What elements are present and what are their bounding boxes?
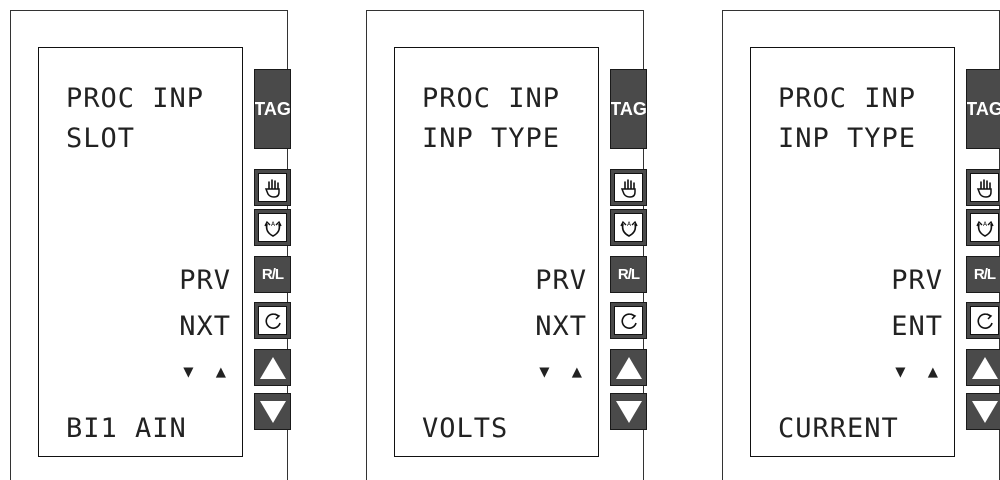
lcd-display-2: PROC INP INP TYPE PRV NXT ▼ ▲ VOLTS (394, 47, 599, 457)
down-arrow-icon (969, 396, 1000, 427)
lcd-line-2: SLOT (66, 123, 136, 154)
softkey-label-arrows: ▼ ▲ (183, 362, 232, 382)
lcd-value-line: BI1 AIN (66, 413, 187, 444)
down-button[interactable] (254, 393, 291, 430)
tag-button-label: TAG (966, 98, 1000, 119)
up-button[interactable] (254, 349, 291, 386)
softkey-label-arrows: ▼ ▲ (539, 362, 588, 382)
rl-button-label: R/L (261, 266, 284, 283)
auto-button[interactable]: A (254, 209, 291, 246)
remote-local-button[interactable]: R/L (610, 256, 647, 293)
softkey-label-nxt: NXT (179, 311, 231, 342)
manual-button[interactable] (610, 169, 647, 206)
auto-icon: A (970, 213, 999, 242)
lcd-line-1: PROC INP (422, 83, 561, 114)
lcd-display-3: PROC INP INP TYPE PRV ENT ▼ ▲ CURRENT (750, 47, 955, 457)
softkey-label-prv: PRV (179, 265, 231, 296)
softkey-label-arrows: ▼ ▲ (895, 362, 944, 382)
remote-local-button[interactable]: R/L (254, 256, 291, 293)
cycle-icon (258, 306, 287, 335)
cycle-icon (614, 306, 643, 335)
down-button[interactable] (966, 393, 1000, 430)
up-arrow-icon (969, 352, 1000, 383)
auto-icon: A (258, 213, 287, 242)
lcd-line-1: PROC INP (778, 83, 917, 114)
device-panel-1: PROC INP SLOT PRV NXT ▼ ▲ BI1 AIN TAG A … (10, 10, 291, 480)
lcd-value-line: CURRENT (778, 413, 899, 444)
svg-text:A: A (626, 221, 631, 228)
tag-button[interactable]: TAG (254, 69, 291, 149)
lcd-line-2: INP TYPE (422, 123, 561, 154)
hand-icon (970, 173, 999, 202)
auto-button[interactable]: A (966, 209, 1000, 246)
cycle-button[interactable] (254, 302, 291, 339)
up-arrow-icon (257, 352, 288, 383)
up-button[interactable] (610, 349, 647, 386)
lcd-line-1: PROC INP (66, 83, 205, 114)
tag-button-label: TAG (254, 98, 291, 119)
down-button[interactable] (610, 393, 647, 430)
softkey-label-nxt: NXT (535, 311, 587, 342)
tag-button[interactable]: TAG (966, 69, 1000, 149)
tag-button[interactable]: TAG (610, 69, 647, 149)
softkey-label-prv: PRV (891, 265, 943, 296)
down-arrow-icon (257, 396, 288, 427)
lcd-line-2: INP TYPE (778, 123, 917, 154)
rl-button-label: R/L (973, 266, 996, 283)
svg-text:A: A (270, 221, 275, 228)
cycle-button[interactable] (610, 302, 647, 339)
auto-icon: A (614, 213, 643, 242)
up-button[interactable] (966, 349, 1000, 386)
auto-button[interactable]: A (610, 209, 647, 246)
manual-button[interactable] (966, 169, 1000, 206)
hand-icon (614, 173, 643, 202)
down-arrow-icon (613, 396, 644, 427)
hand-icon (258, 173, 287, 202)
remote-local-button[interactable]: R/L (966, 256, 1000, 293)
manual-button[interactable] (254, 169, 291, 206)
svg-text:A: A (982, 221, 987, 228)
up-arrow-icon (613, 352, 644, 383)
rl-button-label: R/L (617, 266, 640, 283)
softkey-label-prv: PRV (535, 265, 587, 296)
lcd-value-line: VOLTS (422, 413, 509, 444)
device-panel-3: PROC INP INP TYPE PRV ENT ▼ ▲ CURRENT TA… (722, 10, 1000, 480)
device-panel-2: PROC INP INP TYPE PRV NXT ▼ ▲ VOLTS TAG … (366, 10, 647, 480)
cycle-icon (970, 306, 999, 335)
tag-button-label: TAG (610, 98, 647, 119)
softkey-label-ent: ENT (891, 311, 943, 342)
lcd-display-1: PROC INP SLOT PRV NXT ▼ ▲ BI1 AIN (38, 47, 243, 457)
cycle-button[interactable] (966, 302, 1000, 339)
